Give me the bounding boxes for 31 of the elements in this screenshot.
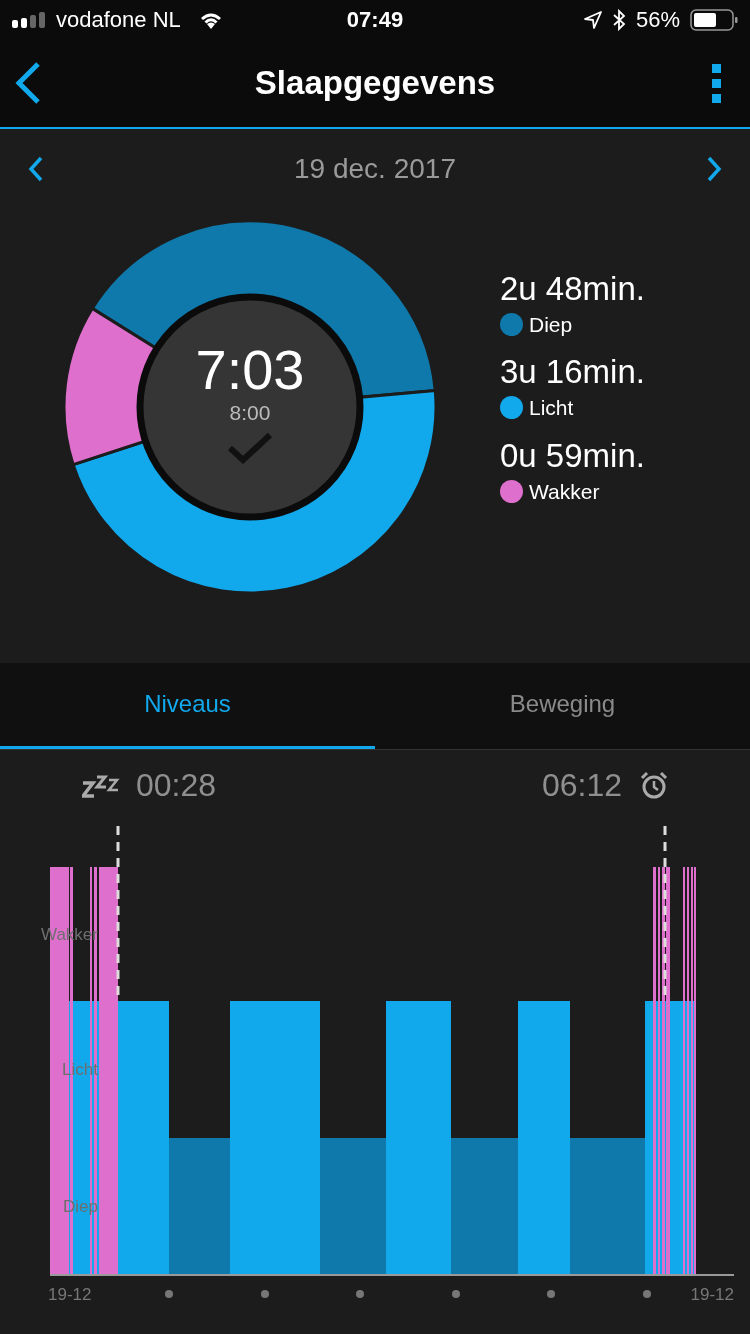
legend-label: Diep xyxy=(529,311,573,338)
sleep-start-time: 00:28 xyxy=(136,766,218,805)
duration-value: 2u 48min. xyxy=(500,268,645,309)
legend-label: Wakker xyxy=(529,478,600,505)
bluetooth-icon xyxy=(611,8,626,31)
page-title: Slaapgegevens xyxy=(253,63,497,104)
tab[interactable]: Beweging xyxy=(375,662,750,749)
tab[interactable]: Niveaus xyxy=(0,662,375,749)
tick-dot xyxy=(643,1290,651,1298)
signal-icon xyxy=(12,11,48,28)
tick-dot xyxy=(452,1290,460,1298)
checkmark-icon xyxy=(227,431,273,464)
clock-time: 07:49 xyxy=(346,6,404,35)
tick-dot xyxy=(165,1290,173,1298)
axis-date-label: 19-12 xyxy=(690,1285,734,1304)
tick-dot xyxy=(356,1290,364,1298)
tick-dot xyxy=(261,1290,269,1298)
duration-value: 3u 16min. xyxy=(500,352,645,393)
location-arrow-icon xyxy=(583,10,602,29)
wake-up-time: 06:12 xyxy=(541,766,622,805)
duration-value: 0u 59min. xyxy=(500,435,645,476)
axis-date-label: 19-12 xyxy=(48,1285,92,1304)
tick-dot xyxy=(547,1290,555,1298)
alarm-clock-icon xyxy=(640,771,668,799)
legend-label: Licht xyxy=(529,395,574,422)
sleep-goal: 8:00 xyxy=(229,399,271,426)
battery-icon xyxy=(690,8,738,31)
battery-percentage: 56% xyxy=(635,6,680,35)
total-sleep-time: 7:03 xyxy=(195,339,305,400)
carrier-name: vodafone NL xyxy=(56,6,181,35)
date-label: 19 dec. 2017 xyxy=(294,151,456,186)
